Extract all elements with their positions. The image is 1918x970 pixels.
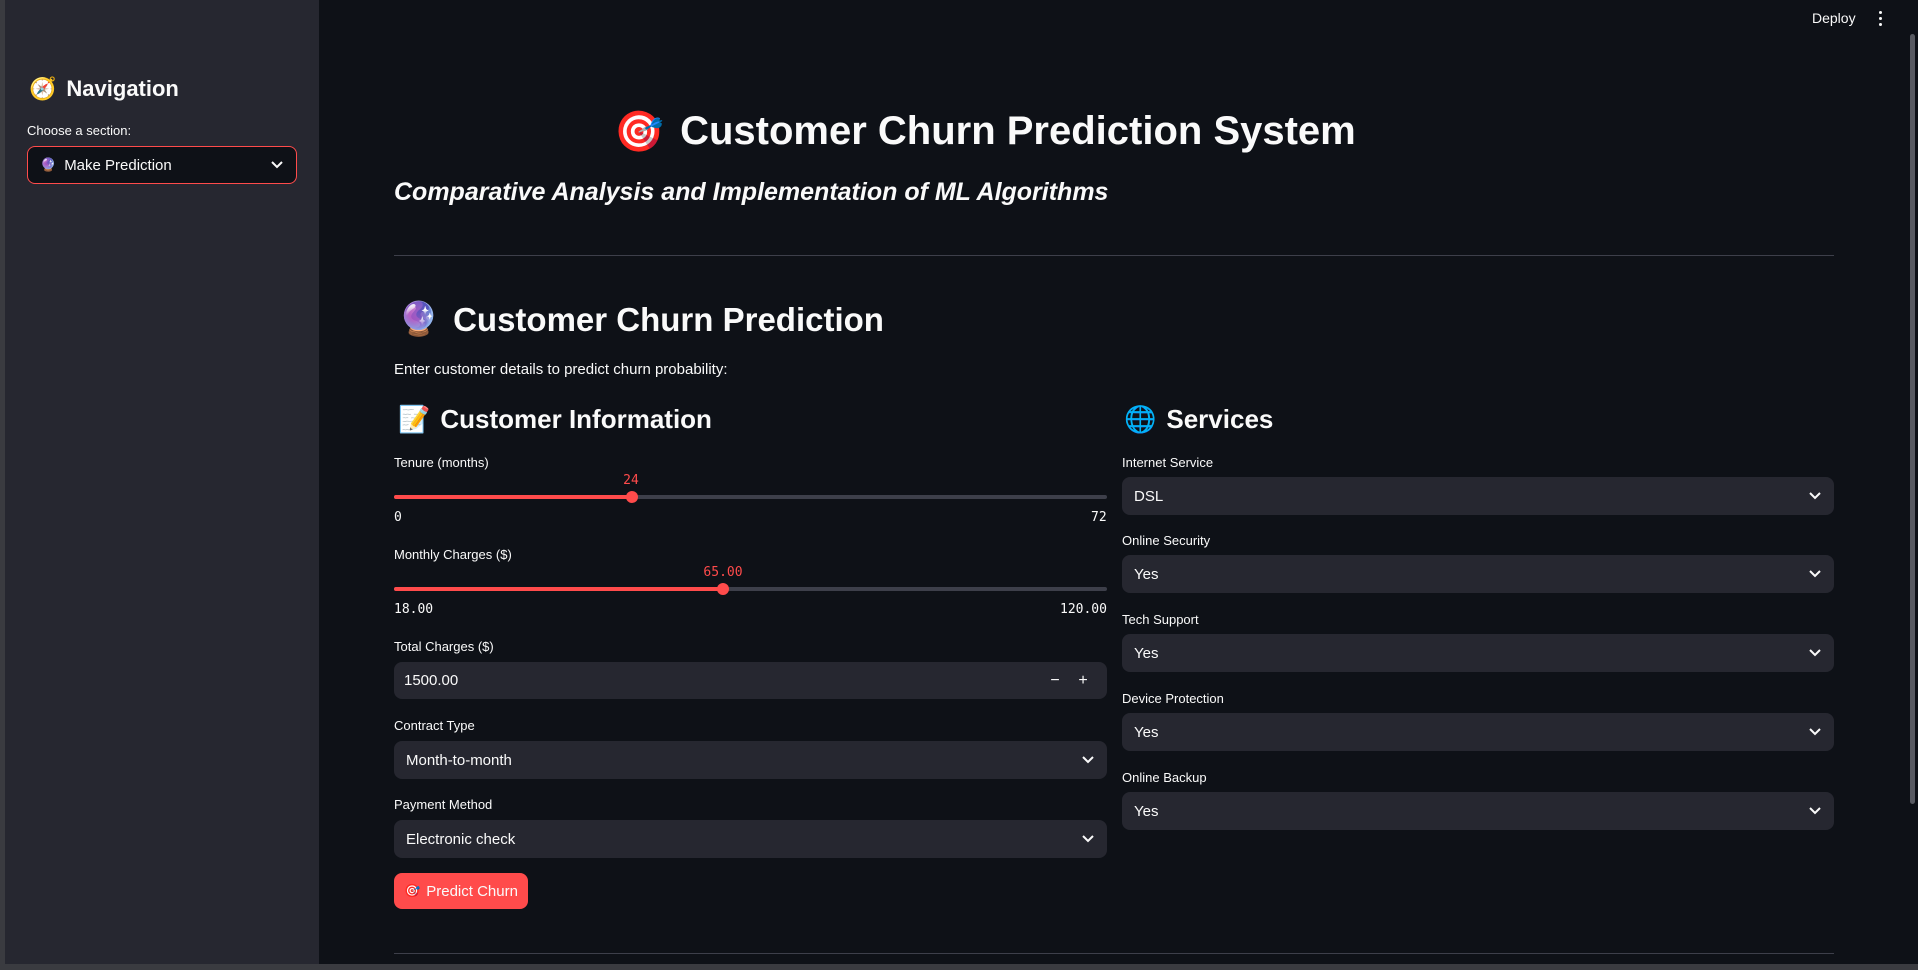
monthly-charges-max: 120.00: [1060, 602, 1107, 617]
tenure-slider-thumb[interactable]: [625, 491, 638, 503]
online-security-label: Online Security: [1122, 533, 1211, 548]
kebab-menu-icon[interactable]: [1872, 6, 1888, 30]
device-protection-label: Device Protection: [1122, 691, 1224, 706]
tech-support-label: Tech Support: [1122, 612, 1199, 627]
globe-icon: 🌐: [1124, 404, 1157, 434]
monthly-charges-min: 18.00: [394, 602, 434, 617]
divider: [394, 255, 1834, 256]
payment-method-select[interactable]: Electronic check: [394, 820, 1107, 858]
customer-info-title: 📝 Customer Information: [398, 404, 712, 435]
tenure-value: 24: [623, 473, 639, 488]
monthly-charges-slider-fill: [394, 587, 723, 591]
monthly-charges-value: 65.00: [703, 565, 743, 580]
compass-icon: 🧭: [29, 76, 57, 101]
device-protection-value: Yes: [1134, 723, 1159, 741]
monthly-charges-slider-thumb[interactable]: [716, 583, 729, 595]
tenure-slider-fill: [394, 495, 632, 499]
window-frame-bottom: [0, 964, 1918, 970]
divider: [394, 953, 1834, 954]
internet-service-label: Internet Service: [1122, 455, 1214, 470]
memo-icon: 📝: [398, 404, 431, 434]
internet-service-select[interactable]: DSL: [1122, 477, 1834, 515]
predict-churn-button[interactable]: 🎯 Predict Churn: [394, 873, 528, 909]
monthly-charges-slider[interactable]: [394, 583, 1107, 595]
sidebar-title-text: Navigation: [66, 76, 179, 101]
deploy-button[interactable]: Deploy: [1812, 10, 1856, 26]
online-backup-select[interactable]: Yes: [1122, 792, 1834, 830]
total-charges-label: Total Charges ($): [394, 639, 494, 654]
services-title: 🌐 Services: [1124, 404, 1273, 435]
internet-service-value: DSL: [1134, 487, 1164, 505]
total-charges-value: 1500.00: [404, 672, 459, 689]
customer-info-title-text: Customer Information: [440, 404, 712, 434]
chevron-down-icon: [1808, 567, 1822, 581]
target-icon: 🎯: [404, 883, 421, 898]
chevron-down-icon: [1808, 489, 1822, 503]
section-title-text: Customer Churn Prediction: [453, 300, 884, 338]
online-security-value: Yes: [1134, 565, 1159, 583]
crystal-ball-icon: 🔮: [398, 300, 440, 337]
online-backup-value: Yes: [1134, 802, 1159, 820]
tech-support-value: Yes: [1134, 644, 1159, 662]
tenure-min: 0: [394, 510, 402, 525]
target-icon: 🎯: [614, 110, 665, 154]
section-description: Enter customer details to predict churn …: [394, 361, 728, 378]
total-charges-input[interactable]: 1500.00 − +: [394, 662, 1107, 699]
page-title: 🎯 Customer Churn Prediction System: [0, 108, 1918, 155]
chevron-down-icon: [270, 158, 284, 172]
predict-churn-label: Predict Churn: [426, 882, 518, 900]
sidebar-title: 🧭 Navigation: [29, 76, 179, 102]
tenure-slider[interactable]: [394, 491, 1107, 503]
chevron-down-icon: [1808, 725, 1822, 739]
services-title-text: Services: [1166, 404, 1274, 434]
payment-method-value: Electronic check: [406, 830, 516, 848]
tenure-label: Tenure (months): [394, 455, 489, 470]
page-title-text: Customer Churn Prediction System: [680, 109, 1356, 153]
tech-support-select[interactable]: Yes: [1122, 634, 1834, 672]
contract-type-select[interactable]: Month-to-month: [394, 741, 1107, 779]
page-subtitle: Comparative Analysis and Implementation …: [394, 178, 1109, 206]
contract-type-label: Contract Type: [394, 718, 475, 733]
chevron-down-icon: [1808, 646, 1822, 660]
monthly-charges-label: Monthly Charges ($): [394, 547, 512, 562]
crystal-ball-icon: 🔮: [40, 157, 57, 172]
section-select-value: Make Prediction: [64, 156, 172, 174]
online-backup-label: Online Backup: [1122, 770, 1207, 785]
device-protection-select[interactable]: Yes: [1122, 713, 1834, 751]
contract-type-value: Month-to-month: [406, 751, 512, 769]
tenure-max: 72: [1091, 510, 1107, 525]
chevron-down-icon: [1081, 753, 1095, 767]
increment-button[interactable]: +: [1069, 672, 1097, 690]
online-security-select[interactable]: Yes: [1122, 555, 1834, 593]
section-title: 🔮 Customer Churn Prediction: [398, 300, 884, 339]
decrement-button[interactable]: −: [1041, 672, 1069, 690]
chevron-down-icon: [1081, 832, 1095, 846]
chevron-down-icon: [1808, 804, 1822, 818]
payment-method-label: Payment Method: [394, 797, 493, 812]
